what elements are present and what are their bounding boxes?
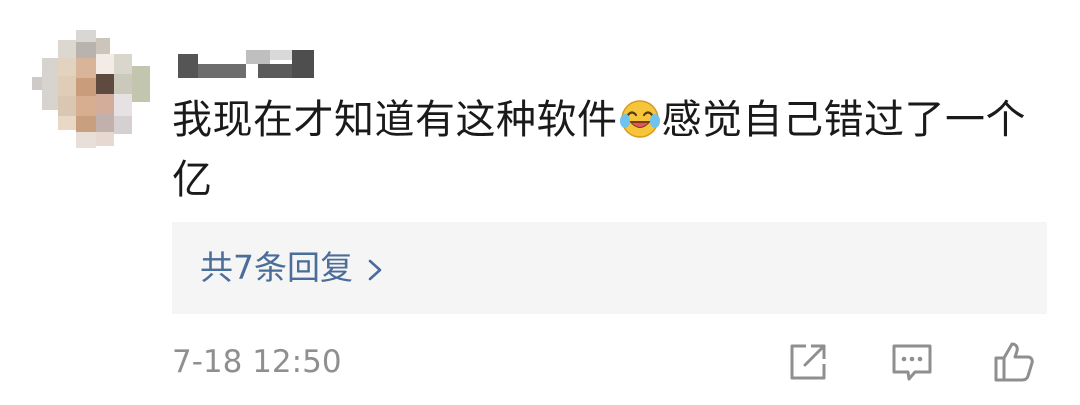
chevron-right-icon: [367, 224, 383, 316]
avatar[interactable]: [32, 30, 150, 148]
share-icon: [790, 344, 826, 380]
replies-count-label: 共7条回复: [200, 248, 353, 287]
comment-text-part-1: 我现在才知道有这种软件: [172, 97, 618, 143]
laughing-crying-emoji-icon: [619, 96, 661, 138]
comment-timestamp: 7-18 12:50: [172, 344, 342, 380]
share-button[interactable]: [784, 338, 832, 386]
blurred-avatar-image: [32, 30, 150, 148]
like-button[interactable]: [990, 338, 1038, 386]
thumbs-up-icon: [994, 342, 1034, 382]
comment-button[interactable]: [888, 338, 936, 386]
username-blurred[interactable]: [178, 46, 318, 84]
blurred-username-image: [178, 50, 314, 78]
comment-icon: [892, 344, 932, 381]
view-replies-link[interactable]: 共7条回复: [200, 222, 383, 314]
comment-text: 我现在才知道有这种软件 感觉自己错过了一个亿: [172, 90, 1057, 210]
replies-box[interactable]: 共7条回复: [172, 222, 1047, 314]
